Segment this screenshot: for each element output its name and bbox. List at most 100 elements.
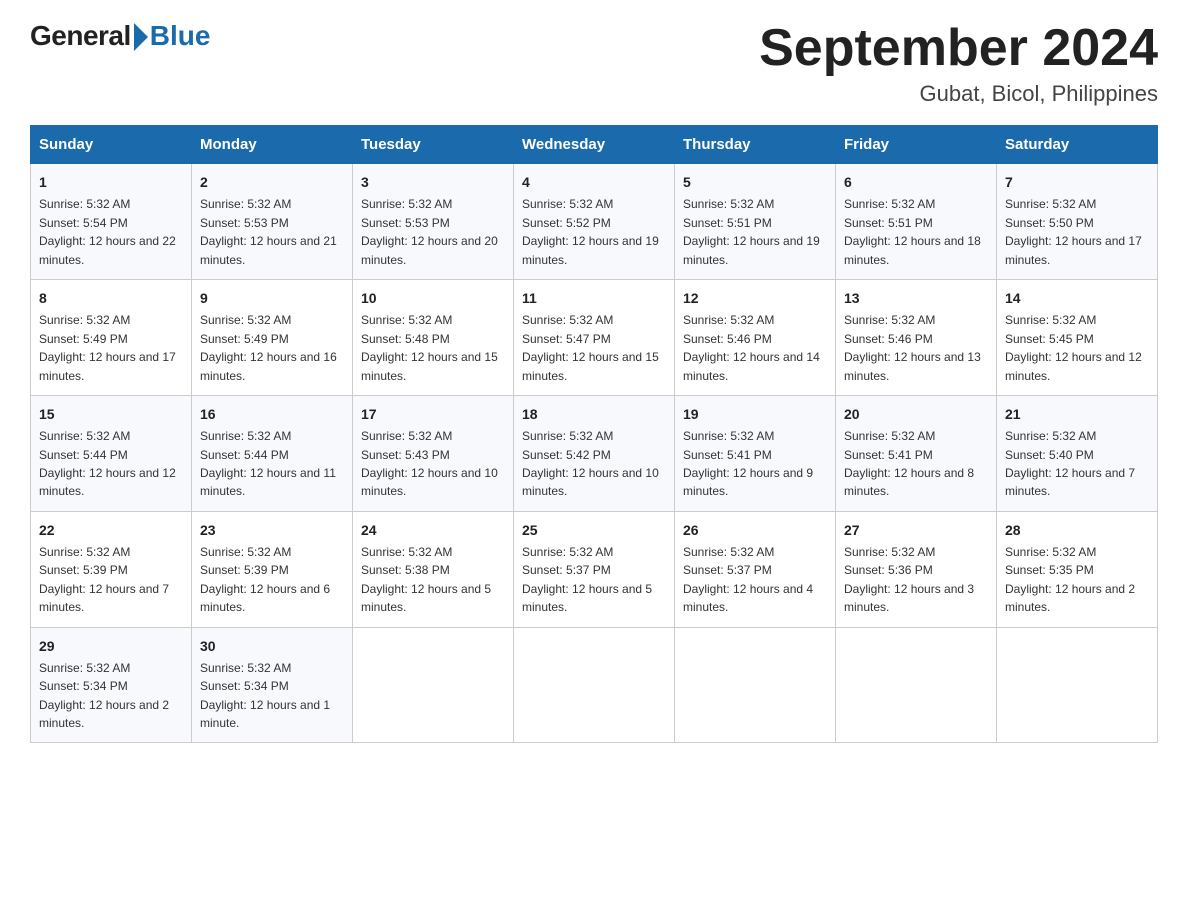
day-info: Sunrise: 5:32 AMSunset: 5:49 PMDaylight:…	[39, 313, 176, 382]
table-row	[353, 627, 514, 743]
day-number: 17	[361, 404, 505, 424]
day-number: 26	[683, 520, 827, 540]
table-row: 25 Sunrise: 5:32 AMSunset: 5:37 PMDayligh…	[514, 511, 675, 627]
table-row: 28 Sunrise: 5:32 AMSunset: 5:35 PMDayligh…	[997, 511, 1158, 627]
day-number: 24	[361, 520, 505, 540]
calendar-week-row: 29Sunrise: 5:32 AMSunset: 5:34 PMDayligh…	[31, 627, 1158, 743]
month-title: September 2024	[759, 20, 1158, 77]
day-info: Sunrise: 5:32 AMSunset: 5:51 PMDaylight:…	[844, 197, 981, 266]
header-thursday: Thursday	[675, 126, 836, 164]
table-row: 30 Sunrise: 5:32 AMSunset: 5:34 PMDayligh…	[192, 627, 353, 743]
day-info: Sunrise: 5:32 AMSunset: 5:41 PMDaylight:…	[844, 429, 974, 498]
table-row: 19 Sunrise: 5:32 AMSunset: 5:41 PMDayligh…	[675, 395, 836, 511]
day-info: Sunrise: 5:32 AMSunset: 5:39 PMDaylight:…	[200, 545, 330, 614]
table-row: 1 Sunrise: 5:32 AMSunset: 5:54 PMDaylight…	[31, 164, 192, 280]
table-row: 5 Sunrise: 5:32 AMSunset: 5:51 PMDaylight…	[675, 164, 836, 280]
header-monday: Monday	[192, 126, 353, 164]
table-row: 27 Sunrise: 5:32 AMSunset: 5:36 PMDayligh…	[836, 511, 997, 627]
day-number: 12	[683, 288, 827, 308]
day-info: Sunrise: 5:32 AMSunset: 5:51 PMDaylight:…	[683, 197, 820, 266]
calendar-header-row: SundayMondayTuesdayWednesdayThursdayFrid…	[31, 126, 1158, 164]
table-row: 3 Sunrise: 5:32 AMSunset: 5:53 PMDaylight…	[353, 164, 514, 280]
header-friday: Friday	[836, 126, 997, 164]
title-block: September 2024 Gubat, Bicol, Philippines	[759, 20, 1158, 107]
header-wednesday: Wednesday	[514, 126, 675, 164]
table-row	[836, 627, 997, 743]
day-info: Sunrise: 5:32 AMSunset: 5:38 PMDaylight:…	[361, 545, 491, 614]
calendar-week-row: 22 Sunrise: 5:32 AMSunset: 5:39 PMDayligh…	[31, 511, 1158, 627]
day-number: 25	[522, 520, 666, 540]
header-tuesday: Tuesday	[353, 126, 514, 164]
table-row: 10 Sunrise: 5:32 AMSunset: 5:48 PMDayligh…	[353, 280, 514, 396]
day-number: 4	[522, 172, 666, 192]
table-row: 23 Sunrise: 5:32 AMSunset: 5:39 PMDayligh…	[192, 511, 353, 627]
table-row: 6 Sunrise: 5:32 AMSunset: 5:51 PMDaylight…	[836, 164, 997, 280]
day-info: Sunrise: 5:32 AMSunset: 5:37 PMDaylight:…	[522, 545, 652, 614]
day-info: Sunrise: 5:32 AMSunset: 5:43 PMDaylight:…	[361, 429, 498, 498]
day-info: Sunrise: 5:32 AMSunset: 5:50 PMDaylight:…	[1005, 197, 1142, 266]
table-row: 24 Sunrise: 5:32 AMSunset: 5:38 PMDayligh…	[353, 511, 514, 627]
day-number: 30	[200, 636, 344, 656]
table-row	[997, 627, 1158, 743]
day-info: Sunrise: 5:32 AMSunset: 5:46 PMDaylight:…	[844, 313, 981, 382]
day-number: 5	[683, 172, 827, 192]
day-number: 1	[39, 172, 183, 192]
logo-general-text: General	[30, 20, 131, 52]
day-number: 8	[39, 288, 183, 308]
day-info: Sunrise: 5:32 AMSunset: 5:34 PMDaylight:…	[200, 661, 330, 730]
day-info: Sunrise: 5:32 AMSunset: 5:53 PMDaylight:…	[200, 197, 337, 266]
day-number: 11	[522, 288, 666, 308]
day-info: Sunrise: 5:32 AMSunset: 5:48 PMDaylight:…	[361, 313, 498, 382]
day-number: 20	[844, 404, 988, 424]
day-info: Sunrise: 5:32 AMSunset: 5:39 PMDaylight:…	[39, 545, 169, 614]
day-info: Sunrise: 5:32 AMSunset: 5:47 PMDaylight:…	[522, 313, 659, 382]
day-info: Sunrise: 5:32 AMSunset: 5:45 PMDaylight:…	[1005, 313, 1142, 382]
table-row: 14 Sunrise: 5:32 AMSunset: 5:45 PMDayligh…	[997, 280, 1158, 396]
day-info: Sunrise: 5:32 AMSunset: 5:49 PMDaylight:…	[200, 313, 337, 382]
day-info: Sunrise: 5:32 AMSunset: 5:44 PMDaylight:…	[39, 429, 176, 498]
header-sunday: Sunday	[31, 126, 192, 164]
table-row: 13 Sunrise: 5:32 AMSunset: 5:46 PMDayligh…	[836, 280, 997, 396]
header-saturday: Saturday	[997, 126, 1158, 164]
table-row: 22 Sunrise: 5:32 AMSunset: 5:39 PMDayligh…	[31, 511, 192, 627]
day-number: 18	[522, 404, 666, 424]
table-row: 4 Sunrise: 5:32 AMSunset: 5:52 PMDaylight…	[514, 164, 675, 280]
day-info: Sunrise: 5:32 AMSunset: 5:46 PMDaylight:…	[683, 313, 820, 382]
table-row: 16Sunrise: 5:32 AMSunset: 5:44 PMDayligh…	[192, 395, 353, 511]
table-row: 17 Sunrise: 5:32 AMSunset: 5:43 PMDayligh…	[353, 395, 514, 511]
day-info: Sunrise: 5:32 AMSunset: 5:36 PMDaylight:…	[844, 545, 974, 614]
day-info: Sunrise: 5:32 AMSunset: 5:41 PMDaylight:…	[683, 429, 813, 498]
table-row: 20 Sunrise: 5:32 AMSunset: 5:41 PMDayligh…	[836, 395, 997, 511]
day-number: 7	[1005, 172, 1149, 192]
day-info: Sunrise: 5:32 AMSunset: 5:52 PMDaylight:…	[522, 197, 659, 266]
day-number: 3	[361, 172, 505, 192]
day-number: 19	[683, 404, 827, 424]
day-number: 14	[1005, 288, 1149, 308]
day-info: Sunrise: 5:32 AMSunset: 5:44 PMDaylight:…	[200, 429, 336, 498]
table-row	[675, 627, 836, 743]
calendar-week-row: 8 Sunrise: 5:32 AMSunset: 5:49 PMDaylight…	[31, 280, 1158, 396]
day-info: Sunrise: 5:32 AMSunset: 5:42 PMDaylight:…	[522, 429, 659, 498]
table-row: 11 Sunrise: 5:32 AMSunset: 5:47 PMDayligh…	[514, 280, 675, 396]
day-number: 2	[200, 172, 344, 192]
day-number: 13	[844, 288, 988, 308]
day-number: 28	[1005, 520, 1149, 540]
table-row: 18 Sunrise: 5:32 AMSunset: 5:42 PMDayligh…	[514, 395, 675, 511]
day-info: Sunrise: 5:32 AMSunset: 5:37 PMDaylight:…	[683, 545, 813, 614]
day-info: Sunrise: 5:32 AMSunset: 5:35 PMDaylight:…	[1005, 545, 1135, 614]
day-number: 23	[200, 520, 344, 540]
day-info: Sunrise: 5:32 AMSunset: 5:54 PMDaylight:…	[39, 197, 176, 266]
day-number: 27	[844, 520, 988, 540]
page-header: General Blue September 2024 Gubat, Bicol…	[30, 20, 1158, 107]
day-number: 6	[844, 172, 988, 192]
day-info: Sunrise: 5:32 AMSunset: 5:53 PMDaylight:…	[361, 197, 498, 266]
logo-blue-text: Blue	[150, 20, 211, 52]
table-row: 26 Sunrise: 5:32 AMSunset: 5:37 PMDayligh…	[675, 511, 836, 627]
day-number: 21	[1005, 404, 1149, 424]
day-number: 22	[39, 520, 183, 540]
location-title: Gubat, Bicol, Philippines	[759, 81, 1158, 107]
table-row: 8 Sunrise: 5:32 AMSunset: 5:49 PMDaylight…	[31, 280, 192, 396]
day-number: 9	[200, 288, 344, 308]
logo-triangle-icon	[134, 23, 148, 51]
day-number: 10	[361, 288, 505, 308]
